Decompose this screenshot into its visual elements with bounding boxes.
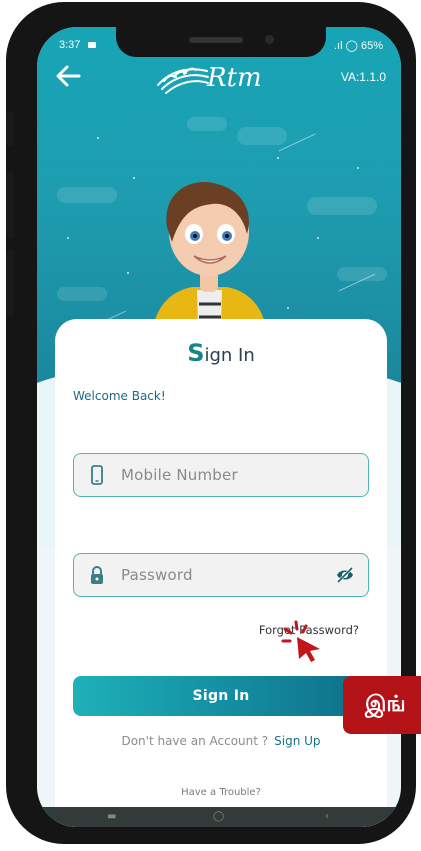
status-time: 3:37 <box>59 39 81 51</box>
app-version: VA:1.1.0 <box>340 70 386 84</box>
sign-in-card: Sign In Welcome Back! Mobile Number Forg… <box>55 319 387 827</box>
trouble-link[interactable]: Have a Trouble? <box>55 787 387 798</box>
brand-logo-text: Rtm <box>207 63 262 93</box>
mobile-phone-icon <box>91 465 103 485</box>
sign-up-link[interactable]: Sign Up <box>274 734 320 748</box>
phone-side-button <box>6 112 14 146</box>
system-nav-bar: ▬ ◯ ‹ <box>37 807 401 827</box>
star-decoration <box>277 157 279 159</box>
mobile-field[interactable] <box>73 453 369 497</box>
star-decoration <box>97 137 99 139</box>
nav-recents-icon[interactable]: ▬ <box>107 811 116 822</box>
mobile-number-input[interactable] <box>121 454 321 496</box>
title-first-letter: S <box>187 339 205 367</box>
cloud-decoration <box>237 127 287 145</box>
lock-icon <box>91 566 103 584</box>
front-camera <box>265 35 274 44</box>
phone-volume-up <box>6 172 14 238</box>
title-rest: ign In <box>204 345 255 366</box>
click-pointer-icon <box>281 620 320 662</box>
welcome-text: Welcome Back! <box>73 389 166 403</box>
signup-question: Don't have an Account ? <box>121 734 269 748</box>
star-decoration <box>133 177 135 179</box>
sign-in-button[interactable]: Sign In <box>73 676 369 716</box>
phone-volume-down <box>6 250 14 316</box>
status-indicators: .ıl ◯ 65% <box>334 40 383 52</box>
star-decoration <box>67 237 69 239</box>
back-arrow-icon[interactable] <box>55 65 81 87</box>
cloud-decoration <box>57 187 117 203</box>
signup-row: Don't have an Account ? Sign Up <box>55 734 387 748</box>
password-input[interactable] <box>121 554 321 596</box>
camera-status-icon <box>88 42 96 48</box>
cloud-decoration <box>307 197 377 215</box>
eye-off-icon[interactable] <box>336 566 354 584</box>
cloud-decoration <box>57 287 107 301</box>
language-tag: இங் <box>343 676 421 734</box>
camera-notch <box>116 27 326 57</box>
speaker-grill <box>189 37 243 43</box>
star-decoration <box>357 167 359 169</box>
nav-home-icon[interactable]: ◯ <box>213 811 224 822</box>
password-field[interactable] <box>73 553 369 597</box>
star-decoration <box>317 237 319 239</box>
star-decoration <box>287 307 289 309</box>
page-title: Sign In <box>55 339 387 367</box>
nav-back-icon[interactable]: ‹ <box>325 811 329 822</box>
star-decoration <box>127 272 129 274</box>
cloud-decoration <box>187 117 227 131</box>
